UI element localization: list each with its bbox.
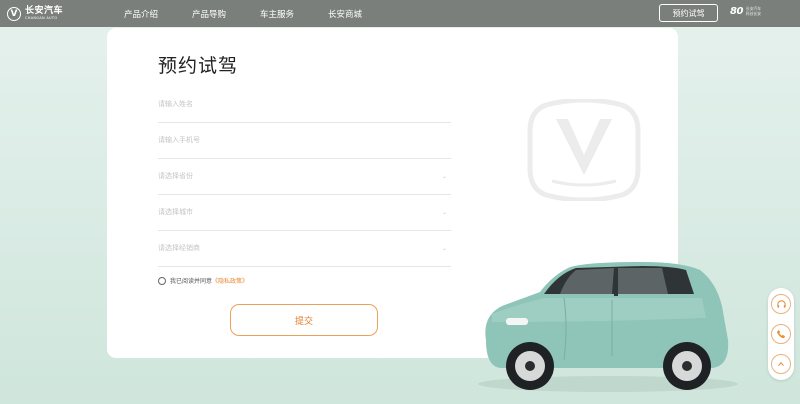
brand-line-2: 科技长安 [745, 10, 762, 16]
nav-item-shopping-guide[interactable]: 产品导购 [192, 0, 226, 27]
chevron-down-icon: ⌄ [441, 245, 447, 252]
car-image [478, 262, 738, 392]
test-drive-button[interactable]: 预约试驾 [659, 4, 718, 22]
customer-service-button[interactable] [771, 294, 791, 314]
phone-input[interactable] [158, 122, 428, 157]
phone-button[interactable] [771, 324, 791, 344]
dealer-input[interactable] [158, 230, 428, 265]
top-nav-bar: V 长安汽车 CHANGAN AUTO 产品介绍 产品导购 车主服务 长安商城 … [0, 0, 800, 27]
chevron-down-icon: ⌄ [441, 209, 447, 216]
agreement-row: 我已阅读并同意 《隐私政策》 [158, 276, 248, 285]
name-input[interactable] [158, 86, 428, 121]
agree-radio[interactable] [158, 276, 166, 285]
headset-icon [776, 299, 786, 308]
province-input[interactable] [158, 158, 428, 193]
80-anniversary-icon: 80 [730, 6, 743, 17]
logo-text-en: CHANGAN AUTO [25, 15, 58, 20]
page-title: 预约试驾 [158, 55, 239, 77]
changan-logo[interactable]: V 长安汽车 CHANGAN AUTO [7, 5, 63, 22]
nav-item-mall[interactable]: 长安商城 [328, 0, 362, 27]
phone-icon [776, 329, 786, 339]
submit-button[interactable]: 提交 [230, 304, 378, 336]
city-select[interactable]: ⌄ [158, 194, 451, 231]
chevron-up-icon [778, 361, 784, 367]
chevron-down-icon: ⌄ [441, 173, 447, 180]
privacy-policy-link[interactable]: 《隐私政策》 [212, 276, 248, 285]
logo-text-cn: 长安汽车 [25, 5, 64, 16]
changan-watermark-icon [527, 99, 641, 201]
back-to-top-button[interactable] [771, 354, 791, 374]
dealer-select[interactable]: ⌄ [158, 230, 451, 267]
phone-field [158, 122, 451, 159]
nav-item-owner-service[interactable]: 车主服务 [260, 0, 294, 27]
changan-v-logo-icon: V [7, 6, 21, 21]
floating-toolbar [768, 288, 794, 380]
province-select[interactable]: ⌄ [158, 158, 451, 195]
nav-item-products[interactable]: 产品介绍 [124, 0, 158, 27]
80-anniversary-logo[interactable]: 80 长安汽车 科技长安 [730, 6, 761, 17]
city-input[interactable] [158, 194, 428, 229]
agree-text: 我已阅读并同意 [170, 278, 213, 285]
name-field [158, 86, 451, 123]
